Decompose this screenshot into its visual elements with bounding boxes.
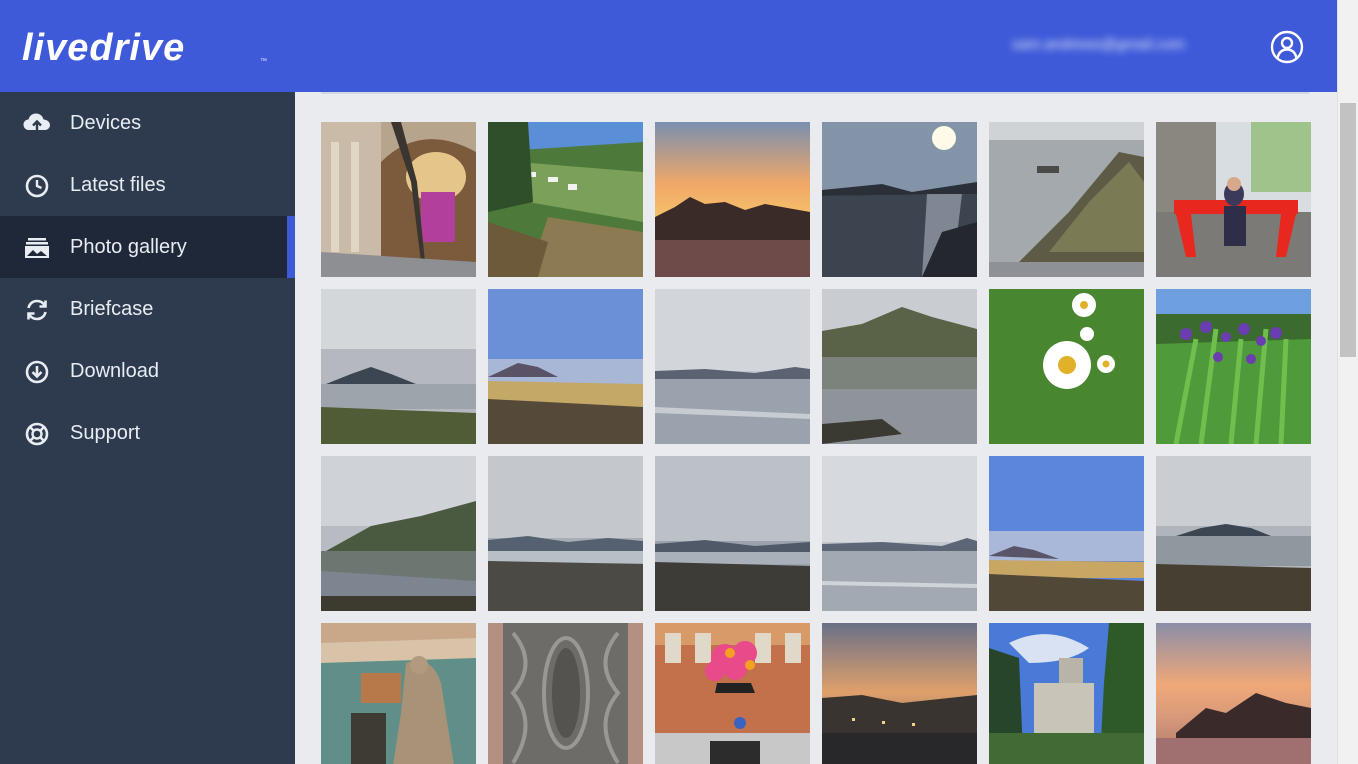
- sidebar-item-photo-gallery[interactable]: Photo gallery: [0, 216, 295, 278]
- clock-icon: [22, 171, 52, 199]
- photo-thumbnail-loch-morning[interactable]: [822, 456, 977, 611]
- photo-thumbnail-red-bench[interactable]: [1156, 122, 1311, 277]
- sidebar-item-download[interactable]: Download: [0, 340, 295, 402]
- cloud-upload-icon: [22, 109, 52, 137]
- sidebar-item-latest-files[interactable]: Latest files: [0, 154, 295, 216]
- photo-thumbnail-moonlit-bay[interactable]: [822, 122, 977, 277]
- photo-thumbnail-purple-irises[interactable]: [1156, 289, 1311, 444]
- scrollbar-thumb[interactable]: [1340, 103, 1356, 357]
- photo-thumbnail-daisies[interactable]: [989, 289, 1144, 444]
- photo-thumbnail-sunset-headland[interactable]: [1156, 623, 1311, 764]
- photo-thumbnail-sunset-rocks[interactable]: [655, 122, 810, 277]
- photo-thumbnail-cathedral-interior[interactable]: [321, 122, 476, 277]
- photo-thumbnail-stony-beach[interactable]: [655, 456, 810, 611]
- photo-thumbnail-shore-overcast[interactable]: [488, 456, 643, 611]
- app-window: livedrive ™ sam.andrews@gmail.com Device…: [0, 0, 1358, 764]
- sidebar-item-label: Devices: [70, 112, 142, 134]
- livedrive-logo[interactable]: livedrive: [22, 28, 185, 68]
- download-circle-icon: [22, 357, 52, 385]
- sidebar-item-devices[interactable]: Devices: [0, 92, 295, 154]
- photo-thumbnail-museum-statue[interactable]: [321, 623, 476, 764]
- photo-stack-icon: [22, 233, 52, 261]
- photo-thumbnail-rocky-shore-boat[interactable]: [989, 122, 1144, 277]
- sidebar-item-label: Support: [70, 422, 141, 444]
- sync-icon: [22, 295, 52, 323]
- content-divider: [321, 92, 1309, 94]
- account-button[interactable]: [1268, 28, 1306, 66]
- photo-thumbnail-castle-tree[interactable]: [989, 623, 1144, 764]
- photo-thumbnail-coastal-village[interactable]: [488, 122, 643, 277]
- photo-thumbnail-island-cloudy[interactable]: [321, 289, 476, 444]
- header-bar: livedrive ™ sam.andrews@gmail.com: [0, 0, 1337, 92]
- lifebuoy-icon: [22, 419, 52, 447]
- photo-thumbnail-hill-reflection[interactable]: [321, 456, 476, 611]
- sidebar-item-label: Briefcase: [70, 298, 154, 320]
- sidebar-item-label: Latest files: [70, 174, 166, 196]
- photo-thumbnail-flower-sculpture[interactable]: [655, 623, 810, 764]
- photo-thumbnail-mountain-reflection[interactable]: [822, 289, 977, 444]
- photo-thumbnail-beach-mountain[interactable]: [488, 289, 643, 444]
- user-email: sam.andrews@gmail.com: [1012, 36, 1185, 53]
- user-circle-icon: [1270, 30, 1304, 64]
- photo-thumbnail-carved-pillar[interactable]: [488, 623, 643, 764]
- sidebar-item-label: Download: [70, 360, 159, 382]
- photo-thumbnail-harbour-dusk[interactable]: [822, 623, 977, 764]
- sidebar-item-support[interactable]: Support: [0, 402, 295, 464]
- sidebar: Devices Latest files Photo gallery Brief…: [0, 92, 295, 764]
- photo-thumbnail-distant-island[interactable]: [1156, 456, 1311, 611]
- sidebar-item-label: Photo gallery: [70, 236, 187, 258]
- logo-trademark: ™: [260, 58, 267, 65]
- photo-thumbnail-calm-loch[interactable]: [655, 289, 810, 444]
- vertical-scrollbar[interactable]: [1337, 0, 1358, 764]
- gallery-content[interactable]: [295, 92, 1337, 764]
- photo-thumbnail-blue-sky-beach[interactable]: [989, 456, 1144, 611]
- sidebar-item-briefcase[interactable]: Briefcase: [0, 278, 295, 340]
